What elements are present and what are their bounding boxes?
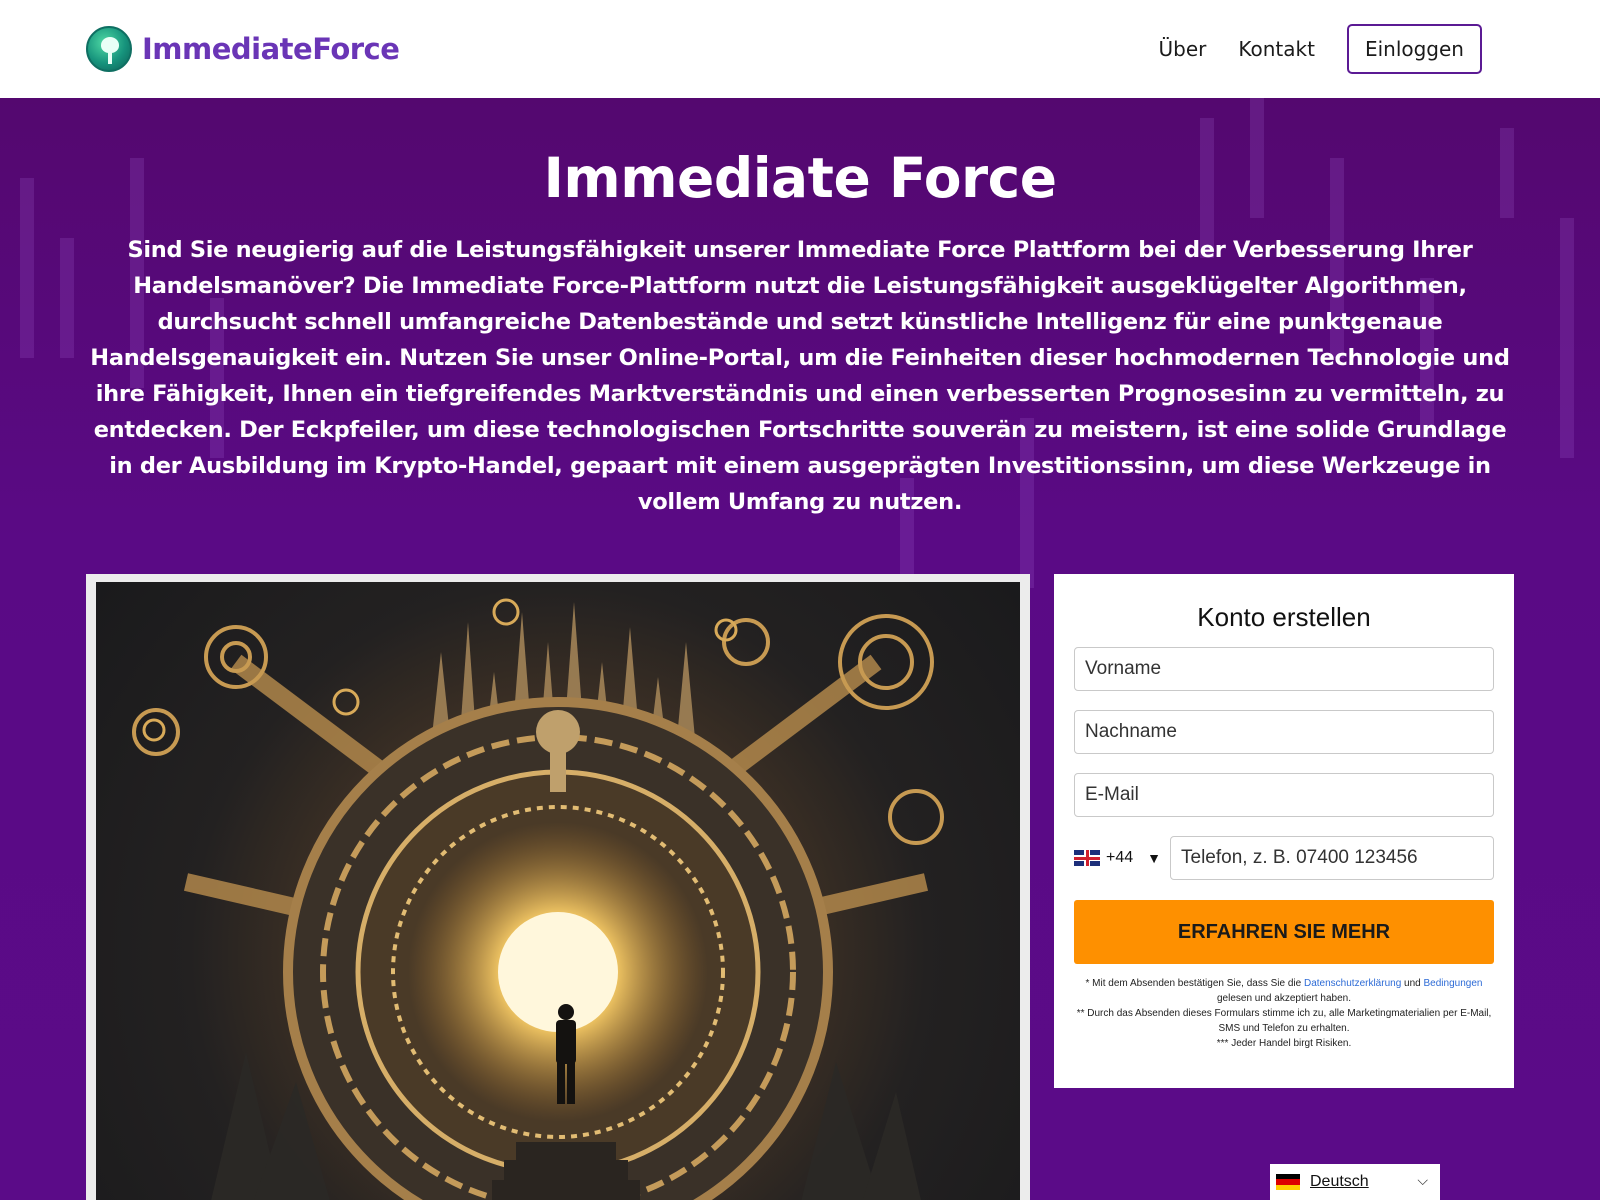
form-title: Konto erstellen — [1197, 602, 1371, 632]
hero-title: Immediate Force — [543, 146, 1057, 210]
uk-flag-icon — [1074, 850, 1100, 866]
language-label: Deutsch — [1310, 1173, 1369, 1190]
last-name-field[interactable]: Nachname — [1074, 710, 1494, 754]
tree-logo-icon — [86, 26, 132, 72]
legal-line-3: *** Jeder Handel birgt Risiken. — [1216, 1038, 1352, 1049]
hero-image-frame — [86, 574, 1030, 1200]
brand-name: ImmediateForce — [142, 32, 400, 66]
email-field[interactable]: E-Mail — [1074, 773, 1494, 817]
submit-button[interactable]: ERFAHREN SIE MEHR — [1074, 900, 1494, 964]
chevron-down-icon: ▼ — [1147, 850, 1161, 866]
phone-row: +44 ▼ Telefon, z. B. 07400 123456 — [1074, 836, 1494, 880]
legal-line-2: ** Durch das Absenden dieses Formulars s… — [1076, 1008, 1492, 1034]
phone-field[interactable]: Telefon, z. B. 07400 123456 — [1170, 836, 1494, 880]
language-selector[interactable]: Deutsch ⌵ — [1270, 1164, 1440, 1200]
signup-form: Konto erstellen Vorname Nachname E-Mail … — [1054, 574, 1514, 1088]
nav-link-contact[interactable]: Kontakt — [1238, 37, 1315, 61]
legal-notice: * Mit dem Absenden bestätigen Sie, dass … — [1074, 976, 1494, 1051]
crypto-portal-illustration — [96, 582, 1020, 1200]
chevron-down-icon: ⌵ — [1417, 1172, 1428, 1188]
country-code: +44 — [1106, 849, 1134, 866]
terms-link[interactable]: Bedingungen — [1424, 978, 1483, 989]
country-code-select[interactable]: +44 ▼ — [1074, 849, 1170, 867]
top-navbar: ImmediateForce Über Kontakt Einloggen — [0, 0, 1600, 98]
german-flag-icon — [1276, 1174, 1300, 1190]
hero-description: Sind Sie neugierig auf die Leistungsfähi… — [90, 237, 1510, 515]
legal-line-1: * Mit dem Absenden bestätigen Sie, dass … — [1085, 978, 1483, 1004]
nav-link-about[interactable]: Über — [1159, 37, 1207, 61]
privacy-policy-link[interactable]: Datenschutzerklärung — [1304, 978, 1401, 989]
brand-logo[interactable]: ImmediateForce — [86, 26, 400, 72]
first-name-field[interactable]: Vorname — [1074, 647, 1494, 691]
hero-section: Immediate Force Sind Sie neugierig auf d… — [0, 98, 1600, 1200]
main-nav: Über Kontakt Einloggen — [1159, 24, 1482, 74]
login-button[interactable]: Einloggen — [1346, 24, 1482, 74]
